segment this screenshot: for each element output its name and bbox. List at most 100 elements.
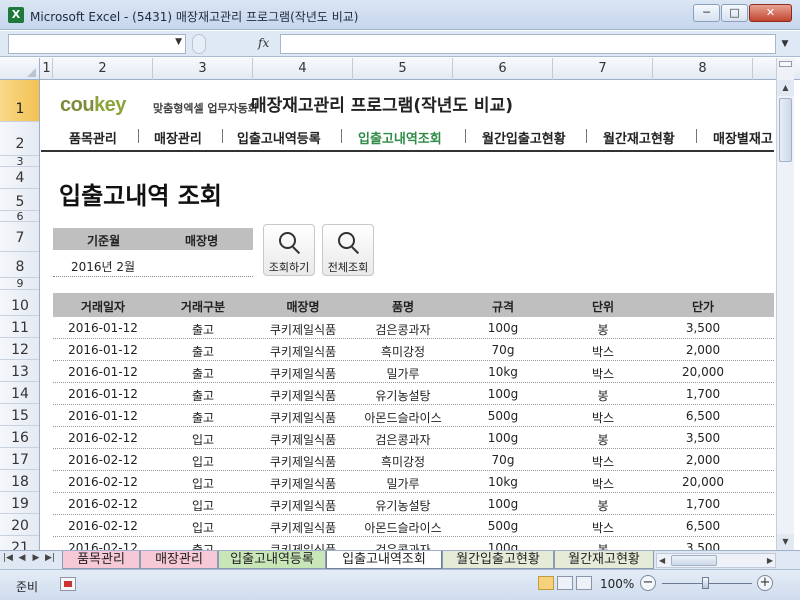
nav-item-history[interactable]: 입출고내역조회 (358, 128, 442, 147)
normal-view-icon[interactable] (538, 576, 554, 590)
name-box[interactable]: ▼ (8, 34, 186, 54)
cell-spec: 100g (487, 321, 519, 335)
vertical-scroll-thumb[interactable] (779, 98, 792, 162)
table-row[interactable]: 2016-02-12 입고 쿠키제일식품 흑미강정 70g 박스 2,000 (53, 449, 774, 471)
cell-date: 2016-02-12 (68, 519, 138, 533)
horizontal-scrollbar[interactable]: ◀ ▶ (656, 553, 776, 568)
cell-date: 2016-02-12 (68, 475, 138, 489)
page-break-view-icon[interactable] (576, 576, 592, 590)
row-header[interactable]: 10 (0, 290, 39, 316)
zoom-in-icon[interactable]: + (757, 575, 773, 591)
maximize-button[interactable]: □ (721, 4, 748, 22)
sheet-tab[interactable]: 입출고내역등록 (218, 551, 326, 569)
column-header[interactable]: 1 (41, 58, 53, 80)
next-sheet-icon[interactable]: ▶ (30, 553, 42, 563)
last-sheet-icon[interactable]: ▶| (44, 553, 56, 563)
column-header[interactable]: 7 (553, 58, 653, 80)
close-button[interactable]: ✕ (749, 4, 792, 22)
column-header[interactable]: 6 (453, 58, 553, 80)
scroll-right-icon[interactable]: ▶ (767, 554, 773, 567)
row-header[interactable]: 13 (0, 360, 39, 382)
row-header[interactable]: 9 (0, 278, 39, 290)
row-header[interactable]: 19 (0, 492, 39, 514)
row-header[interactable]: 12 (0, 338, 39, 360)
sheet-tab[interactable]: 월간입출고현황 (442, 551, 554, 569)
month-field[interactable]: 2016년 2월 (71, 258, 135, 275)
cell-unit: 박스 (591, 521, 615, 535)
row-header[interactable]: 21 (0, 536, 39, 550)
table-row[interactable]: 2016-02-12 입고 쿠키제일식품 아몬드슬라이스 500g 박스 6,500 (53, 515, 774, 537)
formula-input[interactable] (280, 34, 776, 54)
minimize-button[interactable]: ─ (693, 4, 720, 22)
table-row[interactable]: 2016-01-12 출고 쿠키제일식품 유기농설탕 100g 봉 1,700 (53, 383, 774, 405)
table-row[interactable]: 2016-02-12 입고 쿠키제일식품 유기농설탕 100g 봉 1,700 (53, 493, 774, 515)
column-header[interactable]: 8 (653, 58, 753, 80)
row-header[interactable]: 2 (0, 122, 39, 156)
zoom-out-icon[interactable]: − (640, 575, 656, 591)
column-header[interactable]: 3 (153, 58, 253, 80)
column-header[interactable]: 2 (53, 58, 153, 80)
sheet-tab[interactable]: 매장관리 (140, 551, 218, 569)
column-header[interactable]: 4 (253, 58, 353, 80)
zoom-level[interactable]: 100% (600, 577, 634, 591)
table-row[interactable]: 2016-02-12 입고 쿠키제일식품 검은콩과자 100g 봉 3,500 (53, 427, 774, 449)
table-row[interactable]: 2016-01-12 출고 쿠키제일식품 검은콩과자 100g 봉 3,500 (53, 317, 774, 339)
row-header[interactable]: 15 (0, 404, 39, 426)
table-row[interactable]: 2016-01-12 출고 쿠키제일식품 흑미강정 70g 박스 2,000 (53, 339, 774, 361)
nav-item-monthly-io[interactable]: 월간입출고현황 (482, 128, 566, 147)
col-type-header: 거래구분 (180, 300, 226, 314)
row-header[interactable]: 20 (0, 514, 39, 536)
zoom-slider-thumb[interactable] (702, 577, 709, 589)
row-header[interactable]: 18 (0, 470, 39, 492)
worksheet[interactable]: coukey 맞춤형엑셀 업무자동화 매장재고관리 프로그램(작년도 비교) 품… (41, 80, 774, 550)
row-header[interactable]: 16 (0, 426, 39, 448)
page-layout-view-icon[interactable] (557, 576, 573, 590)
nav-item-monthly-stock[interactable]: 월간재고현황 (603, 128, 675, 147)
horizontal-scroll-thumb[interactable] (671, 555, 717, 566)
sheet-tab[interactable]: 월간재고현황 (554, 551, 654, 569)
sheet-tab[interactable]: 품목관리 (62, 551, 140, 569)
split-handle[interactable] (779, 61, 792, 67)
vertical-scrollbar[interactable]: ▲ ▼ (776, 58, 794, 550)
nav-item-register[interactable]: 입출고내역등록 (237, 128, 321, 147)
scroll-up-icon[interactable]: ▲ (777, 80, 794, 96)
table-row[interactable]: 2016-02-12 입고 쿠키제일식품 밀가루 10kg 박스 20,000 (53, 471, 774, 493)
search-button[interactable]: 조회하기 (263, 224, 315, 276)
scroll-down-icon[interactable]: ▼ (777, 534, 794, 550)
row-header[interactable]: 5 (0, 189, 39, 211)
nav-item-stores[interactable]: 매장관리 (154, 128, 202, 147)
row-header[interactable]: 6 (0, 211, 39, 222)
row-header[interactable]: 3 (0, 156, 39, 167)
nav-item-items[interactable]: 품목관리 (69, 128, 117, 147)
store-label: 매장명 (185, 234, 219, 248)
table-row[interactable]: 2016-01-12 출고 쿠키제일식품 밀가루 10kg 박스 20,000 (53, 361, 774, 383)
cell-date: 2016-01-12 (68, 387, 138, 401)
table-row[interactable]: 2016-01-12 출고 쿠키제일식품 아몬드슬라이스 500g 박스 6,500 (53, 405, 774, 427)
row-header[interactable]: 17 (0, 448, 39, 470)
scroll-left-icon[interactable]: ◀ (659, 554, 665, 567)
row-header[interactable]: 11 (0, 316, 39, 338)
row-header[interactable]: 4 (0, 167, 39, 189)
search-all-button[interactable]: 전체조회 (322, 224, 374, 276)
cell-type: 출고 (191, 345, 215, 359)
macro-record-icon[interactable] (60, 577, 76, 591)
cell-spec: 10kg (488, 365, 518, 379)
row-header[interactable]: 7 (0, 222, 39, 252)
insert-function-icon[interactable]: fx (258, 36, 269, 50)
prev-sheet-icon[interactable]: ◀ (16, 553, 28, 563)
chevron-down-icon[interactable]: ▼ (175, 37, 182, 47)
app-title: 매장재고관리 프로그램(작년도 비교) (251, 96, 513, 116)
table-row[interactable]: 2016-02-12 출고 쿠키제일식품 검은콩과자 100g 봉 3,500 (53, 537, 774, 550)
sheet-tab[interactable]: 입출고내역조회 (326, 551, 442, 569)
select-all-button[interactable] (0, 58, 40, 80)
nav-separator (586, 129, 587, 143)
first-sheet-icon[interactable]: |◀ (2, 553, 14, 563)
row-header[interactable]: 1 (0, 80, 39, 122)
formula-divider-handle[interactable] (192, 34, 206, 54)
nav-item-store-stock[interactable]: 매장별재고 (713, 128, 773, 147)
formula-expand-icon[interactable]: ▼ (778, 34, 792, 54)
excel-icon[interactable]: X (8, 7, 24, 23)
row-header[interactable]: 8 (0, 252, 39, 278)
column-header[interactable]: 5 (353, 58, 453, 80)
row-header[interactable]: 14 (0, 382, 39, 404)
